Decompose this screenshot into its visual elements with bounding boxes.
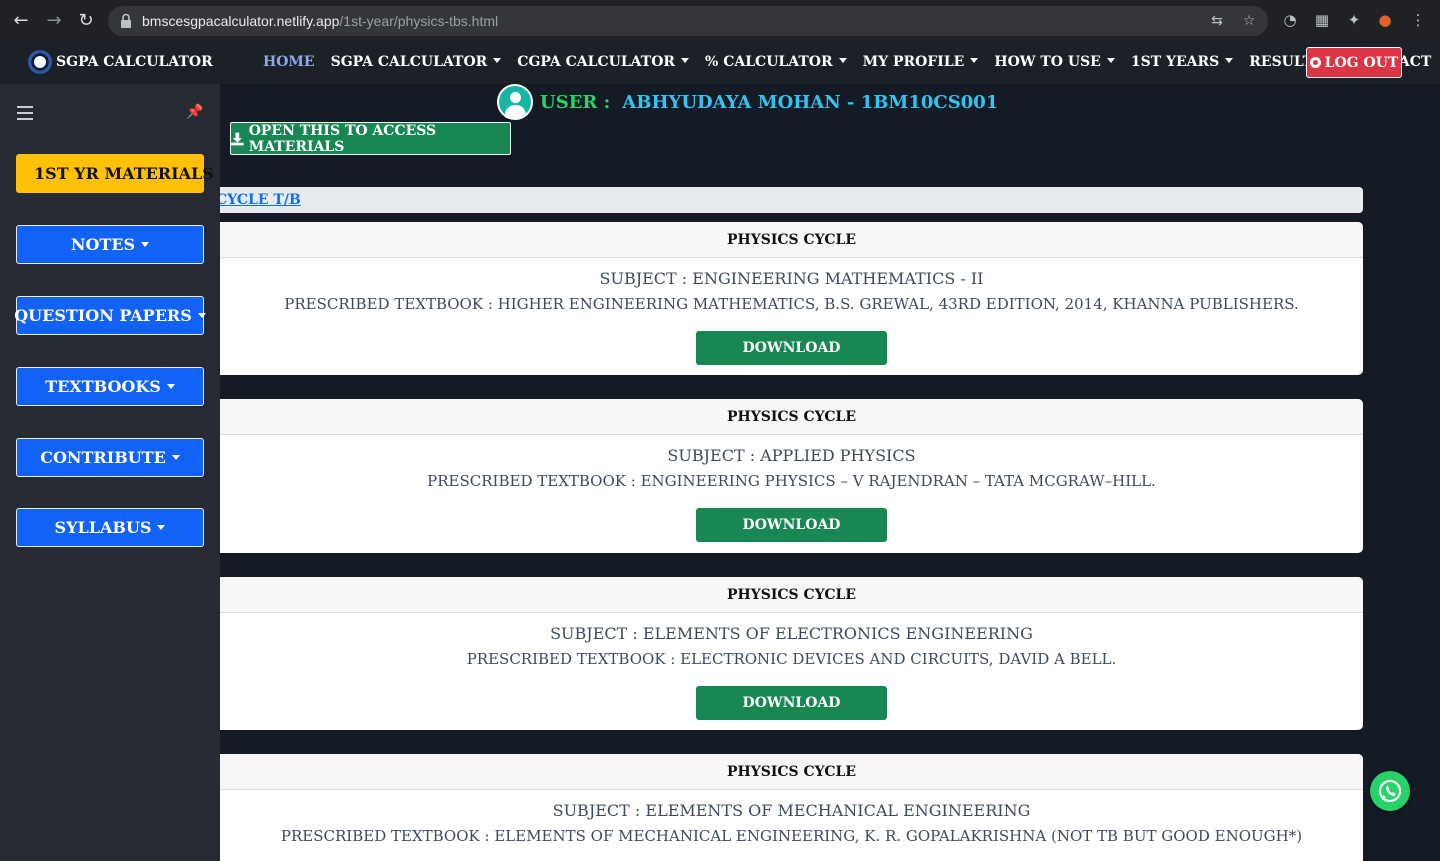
card-textbook: PRESCRIBED TEXTBOOK : ENGINEERING PHYSIC… — [427, 472, 1156, 490]
back-icon[interactable]: ← — [10, 10, 32, 32]
syllabus-dropdown[interactable]: SYLLABUS — [16, 508, 204, 547]
logout-label: LOG OUT — [1324, 54, 1399, 71]
card-textbook: PRESCRIBED TEXTBOOK : ELECTRONIC DEVICES… — [466, 650, 1117, 668]
download-textbook-button[interactable]: DOWNLOAD TEXTBOOK — [696, 686, 887, 730]
caret-down-icon — [166, 384, 175, 389]
textbooks-dropdown[interactable]: TEXTBOOKS — [16, 367, 204, 406]
whatsapp-icon — [1378, 779, 1402, 803]
nav-menu: HOME SGPA CALCULATOR CGPA CALCULATOR % C… — [255, 40, 1439, 84]
caret-down-icon — [1225, 58, 1234, 63]
caret-down-icon — [1106, 58, 1115, 63]
extension-icon[interactable]: ◔ — [1280, 10, 1300, 30]
caret-down-icon — [681, 58, 690, 63]
nav-percent-calculator[interactable]: % CALCULATOR — [697, 54, 855, 70]
contribute-dropdown[interactable]: CONTRIBUTE — [16, 438, 204, 477]
textbook-card: PHYSICS CYCLE SUBJECT : APPLIED PHYSICS … — [220, 399, 1363, 553]
card-header: PHYSICS CYCLE — [220, 222, 1363, 258]
caret-down-icon — [493, 58, 502, 63]
caret-down-icon — [171, 455, 180, 460]
materials-button[interactable]: 1ST YR MATERIALS — [16, 154, 214, 193]
nav-label: % CALCULATOR — [705, 54, 833, 70]
url-host: bmscesgpacalculator.netlify.app — [142, 13, 340, 29]
profile-icon[interactable]: ● — [1375, 10, 1395, 30]
brand-logo-icon — [28, 50, 52, 74]
card-header: PHYSICS CYCLE — [220, 399, 1363, 435]
nav-label: HOW TO USE — [994, 54, 1101, 70]
caret-down-icon — [970, 58, 979, 63]
nav-label: MY PROFILE — [862, 54, 965, 70]
contribute-label: CONTRIBUTE — [40, 448, 166, 467]
open-materials-button[interactable]: OPEN THIS TO ACCESS MATERIALS — [230, 122, 511, 155]
notes-dropdown[interactable]: NOTES — [16, 225, 204, 264]
brand[interactable]: SGPA CALCULATOR — [28, 50, 213, 74]
card-subject: SUBJECT : APPLIED PHYSICS — [667, 446, 916, 465]
card-header: PHYSICS CYCLE — [220, 754, 1363, 790]
caret-down-icon — [141, 242, 150, 247]
nav-home-label: HOME — [263, 54, 315, 70]
url-path: /1st-year/physics-tbs.html — [339, 13, 499, 29]
nav-home[interactable]: HOME — [255, 54, 323, 70]
card-subject: SUBJECT : ELEMENTS OF ELECTRONICS ENGINE… — [550, 624, 1033, 643]
textbook-card: PHYSICS CYCLE SUBJECT : ENGINEERING MATH… — [220, 222, 1363, 375]
question-papers-dropdown[interactable]: QUESTION PAPERS — [14, 296, 206, 335]
breadcrumb-link[interactable]: CYCLE T/B — [220, 187, 301, 213]
sidebar: 📌 1ST YR MATERIALS NOTES QUESTION PAPERS… — [0, 84, 220, 861]
reload-icon[interactable]: ↻ — [75, 10, 97, 32]
card-textbook: PRESCRIBED TEXTBOOK : ELEMENTS OF MECHAN… — [280, 827, 1303, 845]
textbooks-label: TEXTBOOKS — [45, 377, 161, 396]
address-bar[interactable]: bmscesgpacalculator.netlify.app/1st-year… — [108, 6, 1268, 36]
card-subject: SUBJECT : ELEMENTS OF MECHANICAL ENGINEE… — [552, 801, 1031, 820]
breadcrumb: CYCLE T/B — [220, 187, 1363, 213]
nav-how-to-use[interactable]: HOW TO USE — [986, 54, 1123, 70]
nav-label: 1ST YEARS — [1130, 54, 1220, 70]
logout-button[interactable]: LOG OUT — [1306, 47, 1402, 78]
extension-grid-icon[interactable]: ▦ — [1312, 10, 1332, 30]
forward-icon[interactable]: → — [43, 10, 65, 32]
textbook-card: PHYSICS CYCLE SUBJECT : ELEMENTS OF ELEC… — [220, 577, 1363, 730]
brand-text: SGPA CALCULATOR — [56, 54, 213, 70]
hamburger-icon[interactable] — [17, 106, 33, 120]
whatsapp-chat-button[interactable] — [1370, 771, 1410, 811]
textbook-card: PHYSICS CYCLE SUBJECT : ELEMENTS OF MECH… — [220, 754, 1363, 861]
power-icon — [1309, 57, 1321, 68]
browser-toolbar: ← → ↻ bmscesgpacalculator.netlify.app/1s… — [0, 0, 1440, 40]
syllabus-label: SYLLABUS — [54, 518, 152, 537]
user-label: USER : — [540, 91, 611, 113]
nav-label: CGPA CALCULATOR — [517, 54, 676, 70]
materials-label: 1ST YR MATERIALS — [34, 164, 214, 183]
nav-1st-years[interactable]: 1ST YEARS — [1123, 54, 1241, 70]
translate-icon[interactable]: ⇆ — [1208, 12, 1226, 30]
card-subject: SUBJECT : ENGINEERING MATHEMATICS - II — [599, 269, 984, 288]
pin-icon[interactable]: 📌 — [186, 103, 203, 121]
open-materials-label: OPEN THIS TO ACCESS MATERIALS — [248, 122, 437, 155]
nav-my-profile[interactable]: MY PROFILE — [855, 54, 987, 70]
user-info: USER : ABHYUDAYA MOHAN - 1BM10CS001 — [497, 84, 998, 120]
card-textbook: PRESCRIBED TEXTBOOK : HIGHER ENGINEERING… — [284, 295, 1299, 313]
notes-label: NOTES — [70, 235, 136, 254]
download-textbook-button[interactable]: DOWNLOAD TEXTBOOK — [696, 331, 887, 375]
star-icon[interactable]: ☆ — [1240, 12, 1258, 30]
download-icon — [231, 132, 244, 145]
site-navbar: SGPA CALCULATOR HOME SGPA CALCULATOR CGP… — [0, 40, 1440, 84]
nav-sgpa-calculator[interactable]: SGPA CALCULATOR — [323, 54, 510, 70]
lock-icon — [121, 13, 131, 28]
nav-cgpa-calculator[interactable]: CGPA CALCULATOR — [509, 54, 697, 70]
url-text: bmscesgpacalculator.netlify.app/1st-year… — [142, 6, 498, 36]
menu-icon[interactable]: ⋮ — [1408, 10, 1428, 30]
card-header: PHYSICS CYCLE — [220, 577, 1363, 613]
caret-down-icon — [838, 58, 847, 63]
nav-label: SGPA CALCULATOR — [330, 54, 488, 70]
download-textbook-button[interactable]: DOWNLOAD TEXTBOOK — [696, 508, 887, 553]
user-avatar-icon — [497, 84, 533, 120]
question-papers-label: QUESTION PAPERS — [14, 306, 192, 325]
caret-down-icon — [197, 313, 206, 318]
caret-down-icon — [157, 525, 166, 530]
puzzle-icon[interactable]: ✦ — [1344, 10, 1364, 30]
user-name: ABHYUDAYA MOHAN - 1BM10CS001 — [622, 91, 999, 113]
